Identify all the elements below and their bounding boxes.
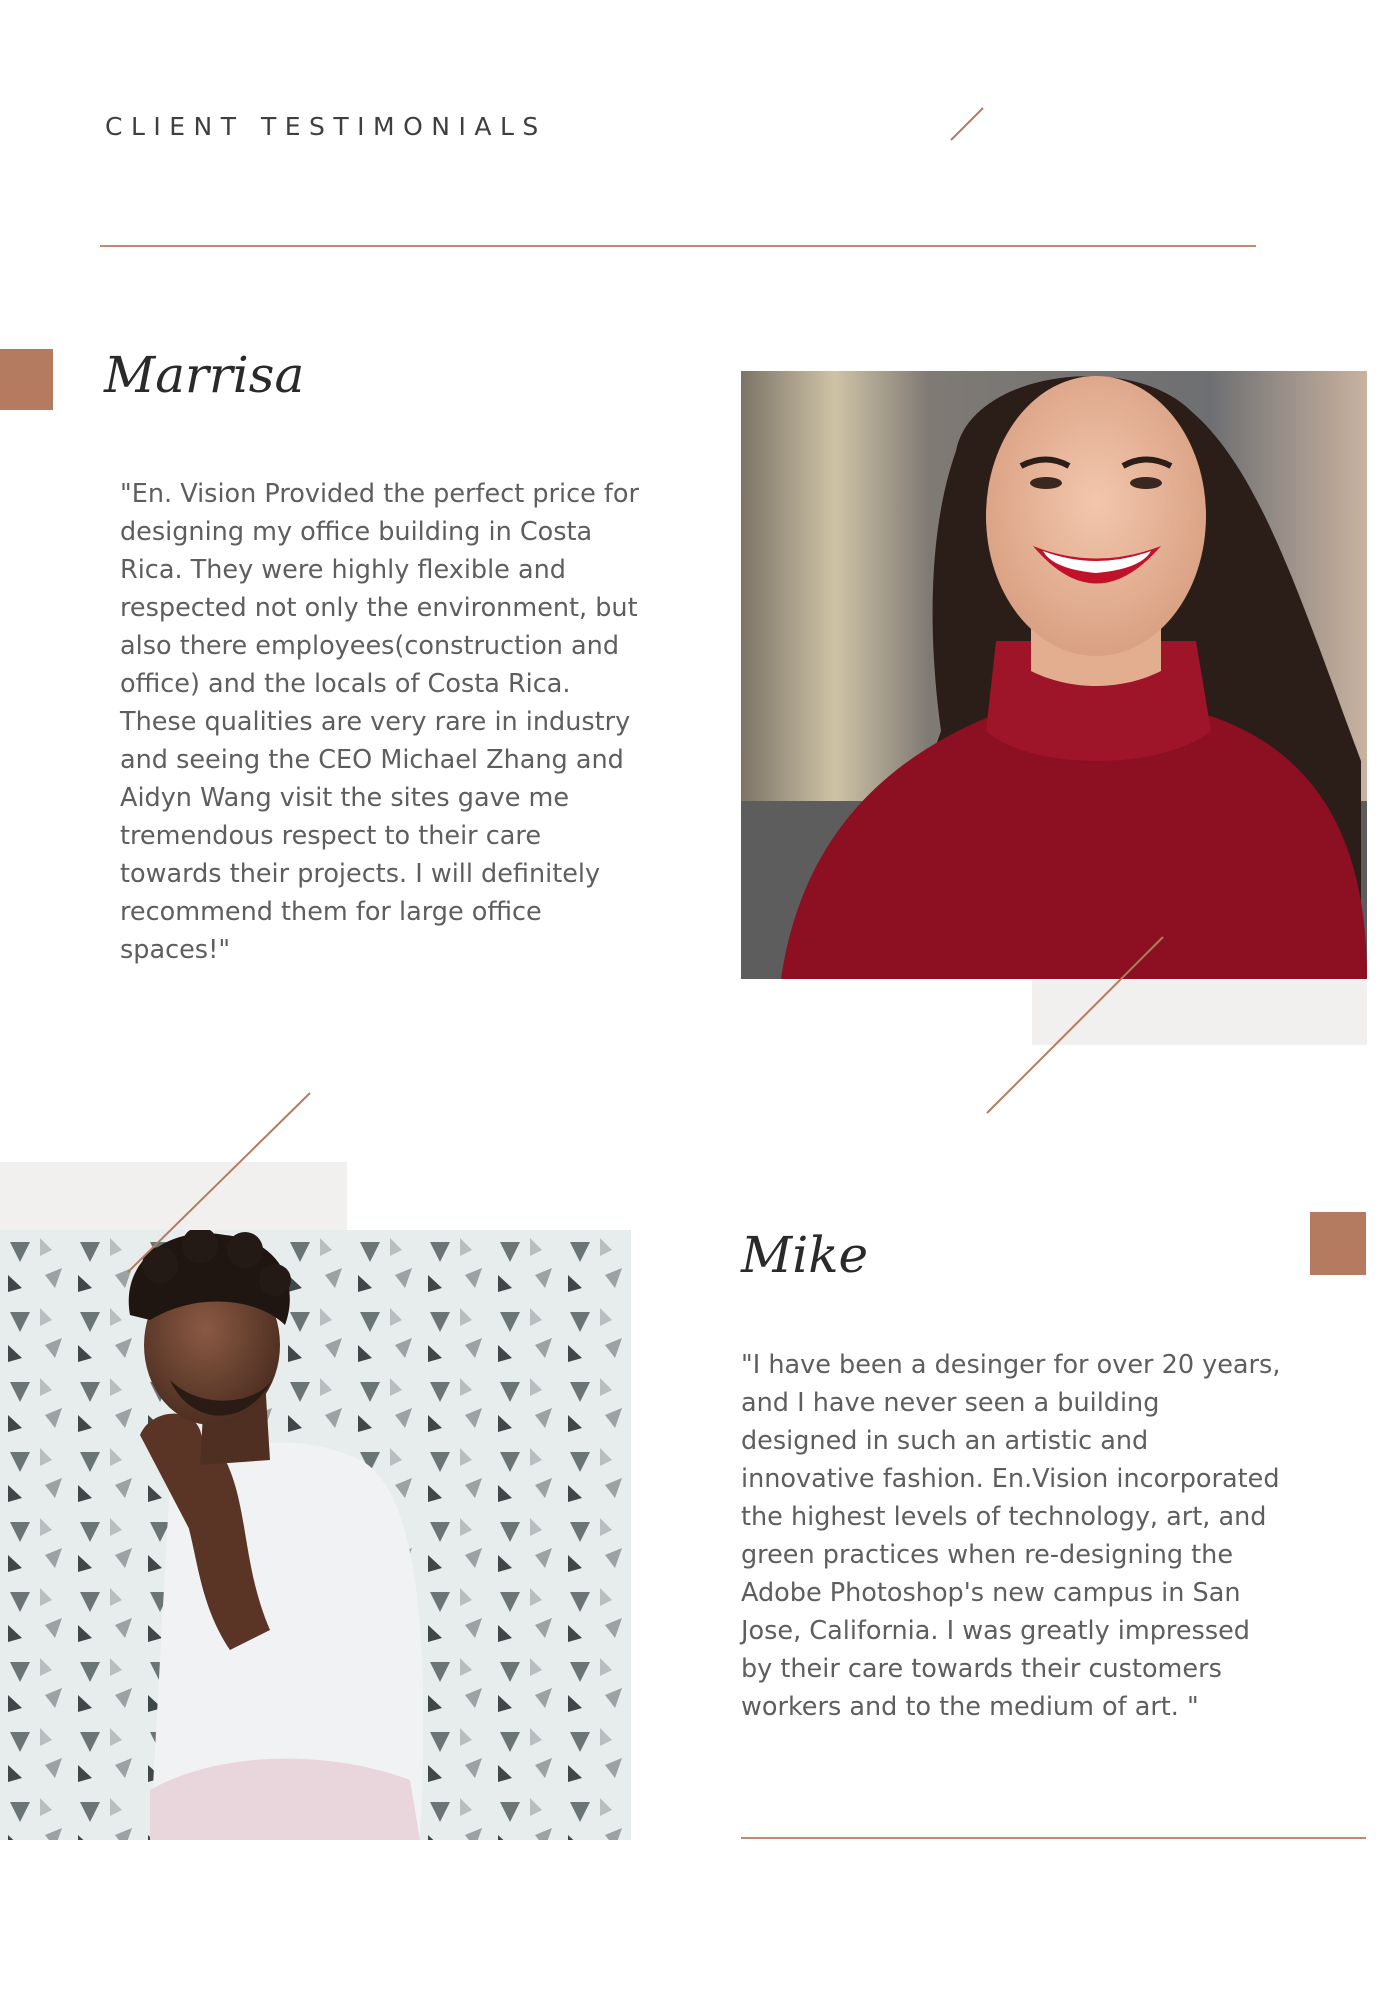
- marrisa-photo: [741, 371, 1367, 979]
- page-title: CLIENT TESTIMONIALS: [105, 112, 547, 141]
- diagonal-accent-line: [950, 107, 984, 141]
- header-divider: [100, 245, 1256, 247]
- decor-block-marrisa: [1032, 980, 1367, 1045]
- accent-square-marrisa: [0, 349, 53, 410]
- mike-photo: [0, 1230, 631, 1840]
- testimonial-name-mike: Mike: [741, 1226, 869, 1284]
- testimonial-name-marrisa: Marrisa: [104, 346, 305, 404]
- decor-block-mike: [0, 1162, 347, 1231]
- testimonial-quote-marrisa: "En. Vision Provided the perfect price f…: [120, 479, 639, 965]
- testimonial-quote-mike: "I have been a desinger for over 20 year…: [741, 1350, 1281, 1722]
- footer-divider: [741, 1837, 1366, 1839]
- accent-square-mike: [1310, 1212, 1366, 1275]
